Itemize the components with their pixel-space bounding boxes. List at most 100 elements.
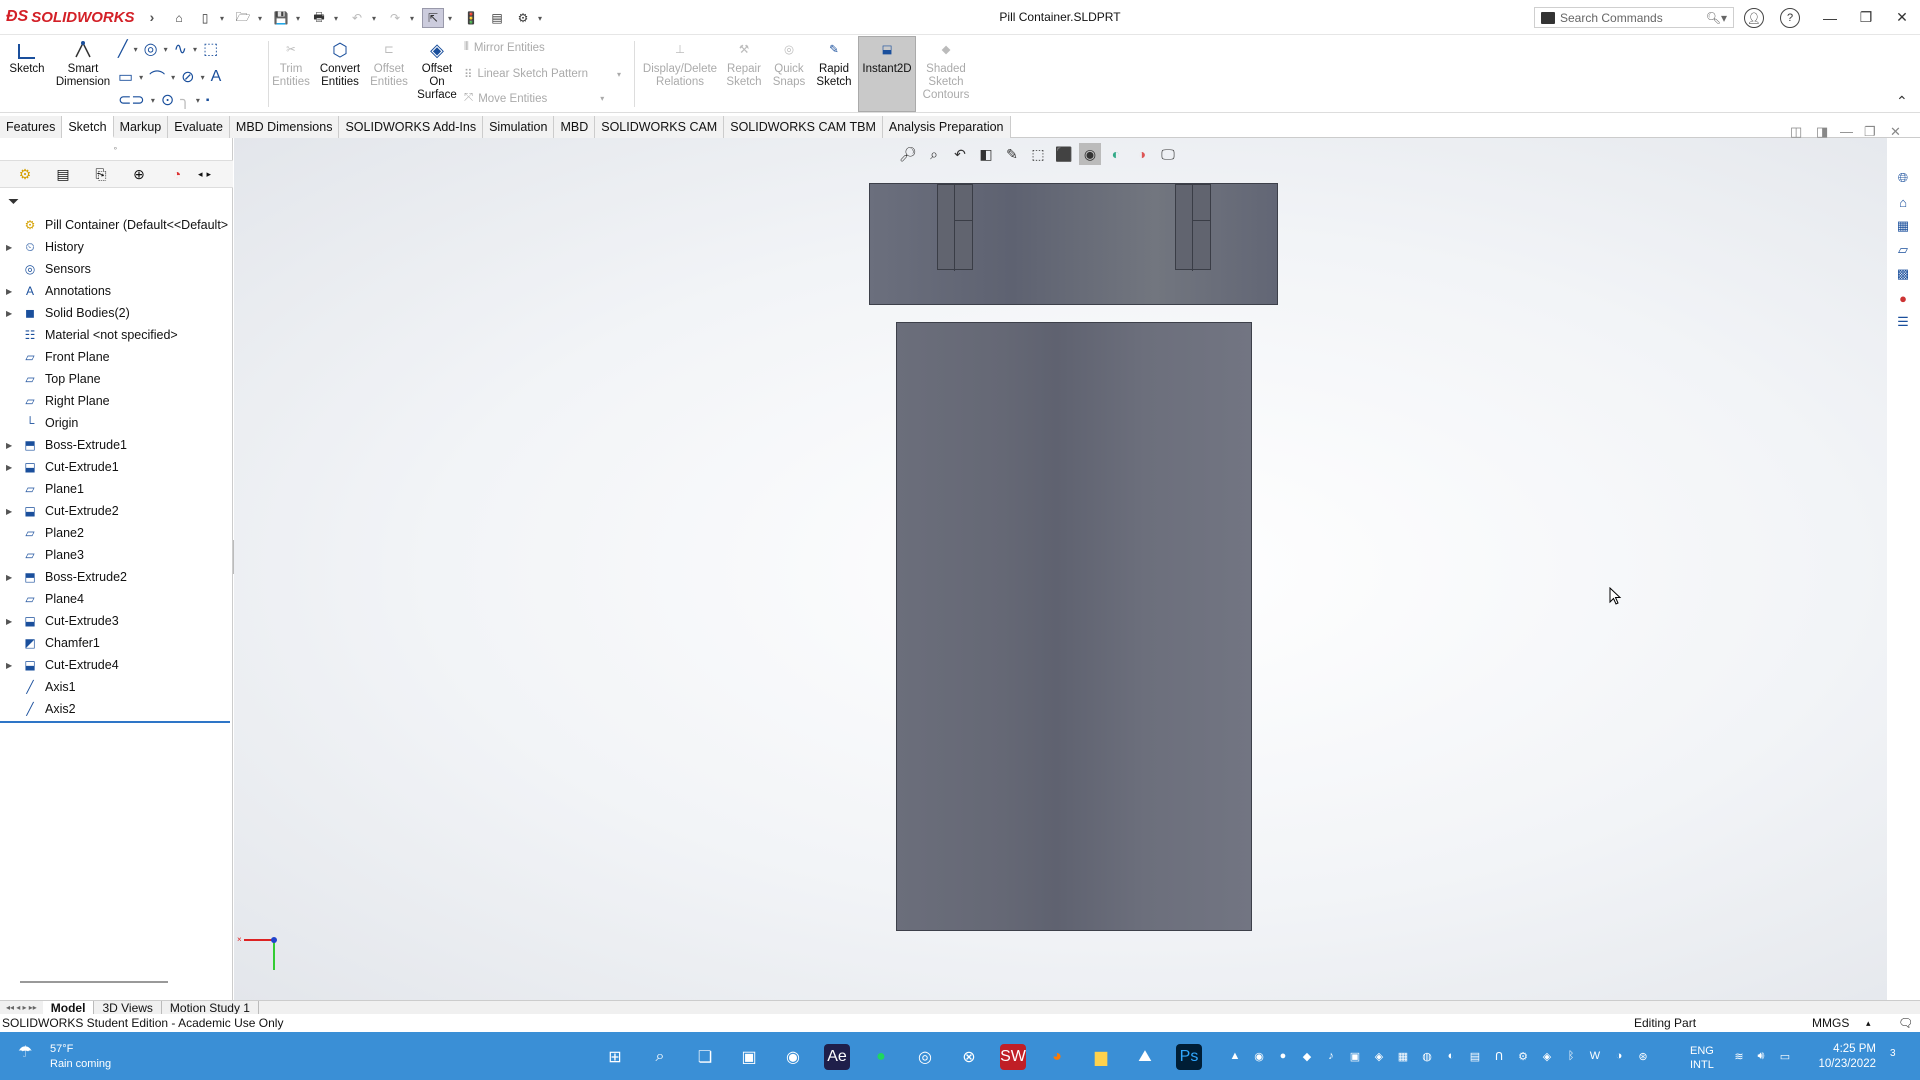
grid-snap-icon[interactable]: ⬚ <box>203 39 218 59</box>
spline-dropdown-icon[interactable]: ▾ <box>193 45 197 54</box>
after-effects-icon[interactable]: Ae <box>824 1044 850 1070</box>
tab-solidworks-cam-tbm[interactable]: SOLIDWORKS CAM TBM <box>724 116 883 138</box>
display-delete-relations-button[interactable]: ⊥ Display/Delete Relations <box>640 39 720 89</box>
teams-chat-icon[interactable]: ▣ <box>736 1044 762 1070</box>
tree-item[interactable]: ╱ Axis2 <box>0 698 233 720</box>
tree-item[interactable]: ▱ Plane3 <box>0 544 233 566</box>
select-icon[interactable]: ⇱ <box>422 8 444 28</box>
xbox-icon[interactable]: ⊗ <box>956 1044 982 1070</box>
move-entities-button[interactable]: ⤧ Move Entities ▾ <box>464 92 604 105</box>
tree-item[interactable]: ▶ ⬒ Boss-Extrude1 <box>0 434 233 456</box>
start-button-icon[interactable]: ⊞ <box>602 1044 628 1070</box>
save-icon[interactable]: 💾 <box>270 8 292 28</box>
tab-markup[interactable]: Markup <box>113 116 169 138</box>
tray-app-icon-14[interactable]: ◈ <box>1538 1047 1556 1065</box>
open-icon[interactable]: 🗁 <box>232 8 254 28</box>
rectangle-icon[interactable]: ▭ <box>118 67 133 87</box>
tab-scroll-left-icon[interactable]: ◂ <box>198 169 203 180</box>
tray-app-icon-11[interactable]: ▤ <box>1466 1047 1484 1065</box>
expand-arrow-icon[interactable]: ▶ <box>6 661 18 670</box>
tray-app-icon-12[interactable]: ᑎ <box>1490 1047 1508 1065</box>
configuration-manager-tab-icon[interactable]: ⎘ <box>84 162 118 186</box>
expand-arrow-icon[interactable]: ▶ <box>6 243 18 252</box>
minimize-icon[interactable]: — <box>1812 0 1848 35</box>
tray-app-icon-8[interactable]: ▦ <box>1394 1047 1412 1065</box>
bottom-tab-model[interactable]: Model <box>42 1000 95 1015</box>
viewport-minimize-icon[interactable]: — <box>1840 124 1853 139</box>
options-dropdown-icon[interactable]: ▾ <box>538 14 546 23</box>
tree-item[interactable]: ▱ Right Plane <box>0 390 233 412</box>
shaded-sketch-contours-button[interactable]: ◆ Shaded Sketch Contours <box>920 39 972 102</box>
tree-item[interactable]: ▱ Top Plane <box>0 368 233 390</box>
tab-simulation[interactable]: Simulation <box>483 116 555 138</box>
print-dropdown-icon[interactable]: ▾ <box>334 14 342 23</box>
chrome-icon[interactable]: ◉ <box>780 1044 806 1070</box>
dynamic-annotation-icon[interactable]: ✎ <box>1001 143 1023 165</box>
tree-item[interactable]: ▶ ⬓ Cut-Extrude4 <box>0 654 233 676</box>
tree-item[interactable]: ◩ Chamfer1 <box>0 632 233 654</box>
tab-navigation-arrows[interactable]: ◂◂ ◂ ▸ ▸▸ <box>0 1003 43 1012</box>
property-manager-tab-icon[interactable]: ▤ <box>46 162 80 186</box>
file-properties-icon[interactable]: ▤ <box>486 8 508 28</box>
tree-item[interactable]: ◎ Sensors <box>0 258 233 280</box>
tray-app-icon-15[interactable]: W <box>1586 1047 1604 1065</box>
spline-icon[interactable]: ∿ <box>174 39 187 59</box>
tree-item[interactable]: ▶ ⬓ Cut-Extrude1 <box>0 456 233 478</box>
polygon-icon[interactable]: ⊘ <box>181 67 194 87</box>
slot-dropdown-icon[interactable]: ▾ <box>151 96 155 105</box>
bottom-tab-motion-study-1[interactable]: Motion Study 1 <box>162 1000 259 1015</box>
redo-icon[interactable]: ↷ <box>384 8 406 28</box>
zoom-to-fit-icon[interactable]: 🔎︎ <box>897 143 919 165</box>
help-icon[interactable]: ? <box>1780 8 1800 28</box>
circle-icon[interactable]: ◎ <box>144 39 158 59</box>
tree-item[interactable]: ▶ A Annotations <box>0 280 233 302</box>
open-dropdown-icon[interactable]: ▾ <box>258 14 266 23</box>
firefox-icon[interactable]: ◕ <box>1044 1044 1070 1070</box>
collapse-ribbon-icon[interactable]: ⌃ <box>1896 93 1908 110</box>
viewport-tile-icon[interactable]: ◫ <box>1790 124 1802 140</box>
tree-item[interactable]: ☷ Material <not specified> <box>0 324 233 346</box>
weather-icon[interactable]: ☂ <box>18 1042 32 1062</box>
solidworks-resources-icon[interactable]: 🌐︎ <box>1892 168 1914 188</box>
tree-item[interactable]: ╱ Axis1 <box>0 676 233 698</box>
tray-app-icon-3[interactable]: ● <box>1274 1047 1292 1065</box>
circle-dropdown-icon[interactable]: ▾ <box>164 45 168 54</box>
linear-sketch-pattern-button[interactable]: ⠿ Linear Sketch Pattern ▾ <box>464 67 621 81</box>
quick-snaps-button[interactable]: ◎ Quick Snaps <box>770 39 808 89</box>
options-gear-icon[interactable]: ⚙ <box>512 8 534 28</box>
units-selector[interactable]: MMGS <box>1812 1016 1849 1030</box>
section-view-icon[interactable]: ◧ <box>975 143 997 165</box>
tree-item[interactable]: ▶ ⏲ History <box>0 236 233 258</box>
mirror-entities-button[interactable]: ⫴ Mirror Entities <box>464 41 545 54</box>
point-icon[interactable]: ⊙ <box>161 90 174 110</box>
menu-expand-arrow-icon[interactable]: › <box>150 9 155 25</box>
line-dropdown-icon[interactable]: ▾ <box>134 45 138 54</box>
horizontal-scrollbar[interactable] <box>20 981 168 983</box>
clock[interactable]: 4:25 PM 10/23/2022 <box>1808 1042 1876 1072</box>
tab-mbd-dimensions[interactable]: MBD Dimensions <box>229 116 340 138</box>
tree-item[interactable]: ▶ ⬒ Boss-Extrude2 <box>0 566 233 588</box>
undo-icon[interactable]: ↶ <box>346 8 368 28</box>
previous-view-icon[interactable]: ↶ <box>949 143 971 165</box>
expand-arrow-icon[interactable]: ▶ <box>6 573 18 582</box>
tab-solidworks-cam[interactable]: SOLIDWORKS CAM <box>595 116 725 138</box>
restore-icon[interactable]: ❐ <box>1848 0 1884 35</box>
zoom-to-area-icon[interactable]: ⌕ <box>923 143 945 165</box>
edit-appearance-icon[interactable]: ◐ <box>1105 143 1127 165</box>
tray-app-icon-6[interactable]: ▣ <box>1346 1047 1364 1065</box>
move-dropdown-icon[interactable]: ▾ <box>600 94 604 103</box>
slot-icon[interactable]: ⊂⊃ <box>118 90 145 110</box>
solidworks-logo[interactable]: ƉS SOLIDWORKS › <box>6 8 154 26</box>
tree-item[interactable]: ⚙ Pill Container (Default<<Default> <box>0 214 233 236</box>
expand-arrow-icon[interactable]: ▶ <box>6 617 18 626</box>
plane-small-icon[interactable]: ▪ <box>206 95 210 106</box>
polygon-dropdown-icon[interactable]: ▾ <box>201 73 205 82</box>
viewport-close-icon[interactable]: ✕ <box>1890 124 1901 140</box>
tray-app-icon-7[interactable]: ◈ <box>1370 1047 1388 1065</box>
tray-app-icon-5[interactable]: ♪ <box>1322 1047 1340 1065</box>
weather-widget[interactable]: 57°F Rain coming <box>50 1042 111 1072</box>
hide-show-items-icon[interactable]: ◉ <box>1079 143 1101 165</box>
photos-icon[interactable]: ⛰ <box>1132 1044 1158 1070</box>
redo-dropdown-icon[interactable]: ▾ <box>410 14 418 23</box>
spotify-icon[interactable]: ● <box>868 1044 894 1070</box>
